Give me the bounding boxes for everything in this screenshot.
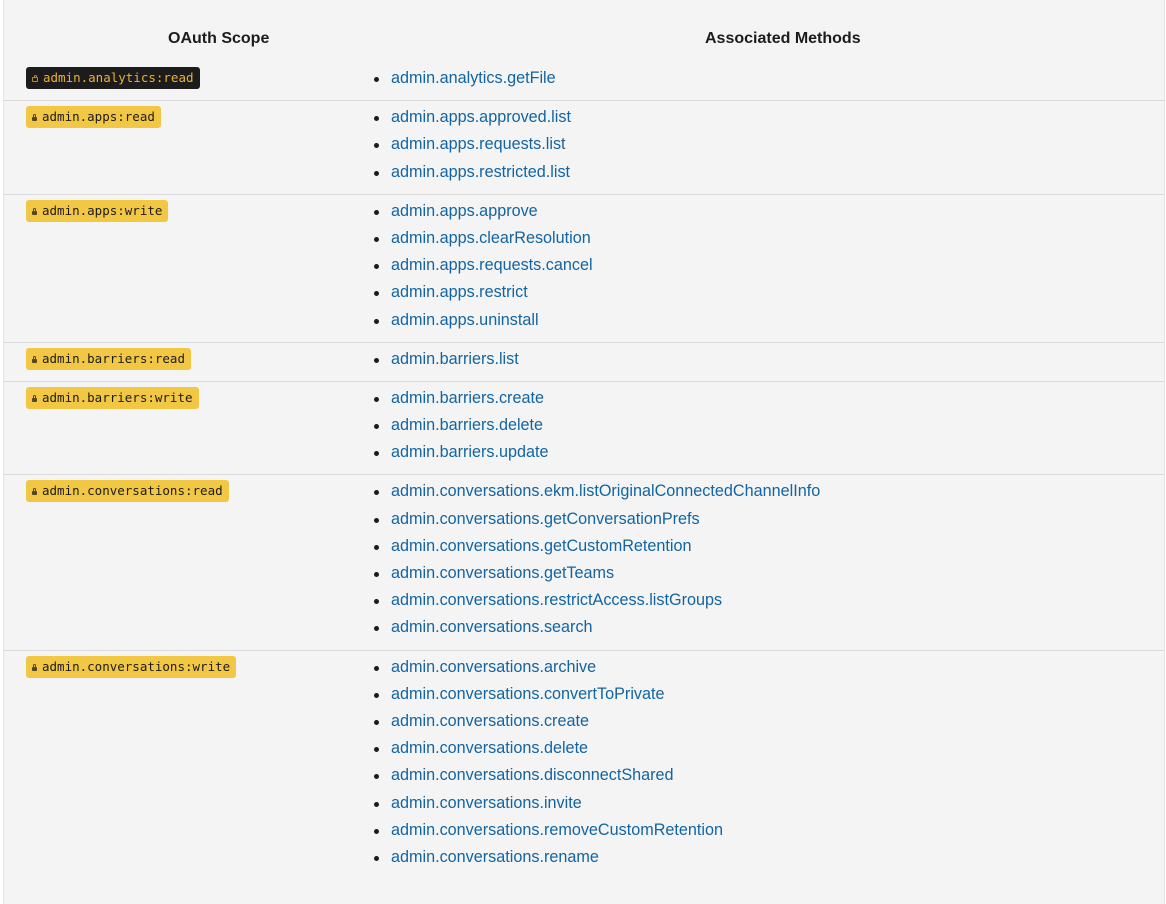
- lock-icon: [32, 394, 37, 402]
- method-link[interactable]: admin.apps.approved.list: [391, 108, 571, 126]
- method-item: admin.barriers.list: [374, 346, 1164, 373]
- method-link[interactable]: admin.conversations.getConversationPrefs: [391, 510, 700, 528]
- scope-cell: admin.conversations:read: [26, 480, 229, 503]
- method-link[interactable]: admin.apps.approve: [391, 202, 538, 220]
- lock-icon: [32, 75, 38, 82]
- scope-badge[interactable]: admin.barriers:read: [26, 347, 191, 370]
- method-link[interactable]: admin.apps.requests.cancel: [391, 256, 593, 274]
- scope-label: admin.apps:read: [42, 109, 155, 125]
- method-item: admin.apps.restricted.list: [374, 159, 1164, 186]
- table-body: admin.analytics:read admin.analytics.getF…: [4, 62, 1164, 879]
- method-item: admin.conversations.getCustomRetention: [374, 533, 1164, 560]
- method-item: admin.apps.requests.list: [374, 131, 1164, 158]
- methods-list: admin.conversations.archive admin.convers…: [4, 654, 1164, 872]
- scope-cell: admin.analytics:read: [26, 67, 200, 89]
- method-item: admin.apps.requests.cancel: [374, 252, 1164, 279]
- table-header: OAuth Scope Associated Methods: [4, 0, 1164, 62]
- table-row: admin.barriers:read admin.barriers.list: [4, 343, 1164, 382]
- method-item: admin.apps.approved.list: [374, 104, 1164, 131]
- scope-cell: admin.apps:read: [26, 106, 161, 129]
- method-link[interactable]: admin.apps.clearResolution: [391, 229, 591, 247]
- scope-badge[interactable]: admin.conversations:write: [26, 655, 237, 678]
- methods-list: admin.conversations.ekm.listOriginalConn…: [4, 478, 1164, 641]
- method-item: admin.conversations.rename: [374, 844, 1164, 871]
- table-row: admin.analytics:read admin.analytics.getF…: [4, 62, 1164, 102]
- scope-badge[interactable]: admin.conversations:read: [26, 480, 229, 503]
- method-link[interactable]: admin.conversations.getCustomRetention: [391, 537, 692, 555]
- method-item: admin.conversations.disconnectShared: [374, 762, 1164, 789]
- table-row: admin.barriers:write admin.barriers.creat…: [4, 382, 1164, 476]
- method-link[interactable]: admin.barriers.delete: [391, 416, 543, 434]
- method-link[interactable]: admin.conversations.invite: [391, 794, 582, 812]
- scope-label: admin.barriers:read: [42, 350, 185, 366]
- method-item: admin.barriers.create: [374, 385, 1164, 412]
- method-item: admin.conversations.ekm.listOriginalConn…: [374, 478, 1164, 505]
- table-row: admin.apps:read admin.apps.approved.list a…: [4, 101, 1164, 195]
- method-item: admin.barriers.update: [374, 439, 1164, 466]
- method-item: admin.conversations.delete: [374, 735, 1164, 762]
- lock-icon: [32, 488, 37, 496]
- method-link[interactable]: admin.apps.restricted.list: [391, 163, 570, 181]
- method-item: admin.conversations.create: [374, 708, 1164, 735]
- lock-icon: [32, 355, 37, 363]
- methods-list: admin.apps.approve admin.apps.clearResolu…: [4, 198, 1164, 334]
- scope-cell: admin.barriers:write: [26, 386, 199, 409]
- method-link[interactable]: admin.analytics.getFile: [391, 69, 556, 87]
- method-link[interactable]: admin.conversations.delete: [391, 739, 588, 757]
- method-item: admin.conversations.restrictAccess.listG…: [374, 587, 1164, 614]
- method-item: admin.conversations.search: [374, 614, 1164, 641]
- method-link[interactable]: admin.barriers.update: [391, 443, 548, 461]
- table-row: admin.conversations:read admin.conversati…: [4, 475, 1164, 651]
- method-link[interactable]: admin.barriers.list: [391, 350, 519, 368]
- method-link[interactable]: admin.apps.uninstall: [391, 311, 539, 329]
- table-row: admin.apps:write admin.apps.approve admin.…: [4, 195, 1164, 343]
- method-item: admin.conversations.convertToPrivate: [374, 681, 1164, 708]
- method-link[interactable]: admin.conversations.search: [391, 618, 593, 636]
- method-link[interactable]: admin.conversations.rename: [391, 848, 599, 866]
- column-header-associated-methods: Associated Methods: [705, 30, 861, 47]
- method-item: admin.apps.clearResolution: [374, 225, 1164, 252]
- method-item: admin.conversations.archive: [374, 654, 1164, 681]
- method-item: admin.conversations.removeCustomRetentio…: [374, 817, 1164, 844]
- lock-icon: [32, 207, 37, 215]
- scope-cell: admin.conversations:write: [26, 655, 237, 678]
- scope-badge[interactable]: admin.analytics:read: [26, 67, 200, 89]
- column-header-oauth-scope: OAuth Scope: [168, 30, 270, 47]
- table-row: admin.conversations:write admin.conversat…: [4, 651, 1164, 880]
- method-link[interactable]: admin.apps.requests.list: [391, 135, 566, 153]
- method-link[interactable]: admin.conversations.disconnectShared: [391, 766, 674, 784]
- method-link[interactable]: admin.conversations.removeCustomRetentio…: [391, 821, 723, 839]
- method-item: admin.apps.approve: [374, 198, 1164, 225]
- method-item: admin.barriers.delete: [374, 412, 1164, 439]
- method-item: admin.apps.uninstall: [374, 307, 1164, 334]
- method-link[interactable]: admin.apps.restrict: [391, 283, 528, 301]
- method-link[interactable]: admin.conversations.getTeams: [391, 564, 614, 582]
- method-link[interactable]: admin.barriers.create: [391, 389, 544, 407]
- method-link[interactable]: admin.conversations.ekm.listOriginalConn…: [391, 482, 820, 500]
- method-item: admin.conversations.invite: [374, 790, 1164, 817]
- scopes-table: OAuth Scope Associated Methods admin.ana…: [3, 0, 1165, 904]
- method-item: admin.apps.restrict: [374, 279, 1164, 306]
- method-link[interactable]: admin.conversations.restrictAccess.listG…: [391, 591, 722, 609]
- scope-cell: admin.apps:write: [26, 199, 169, 222]
- scope-badge[interactable]: admin.apps:read: [26, 106, 161, 129]
- method-item: admin.conversations.getConversationPrefs: [374, 506, 1164, 533]
- scope-label: admin.analytics:read: [43, 70, 194, 85]
- method-link[interactable]: admin.conversations.create: [391, 712, 589, 730]
- method-link[interactable]: admin.conversations.archive: [391, 658, 596, 676]
- scope-label: admin.barriers:write: [42, 389, 193, 405]
- method-item: admin.conversations.getTeams: [374, 560, 1164, 587]
- scope-label: admin.conversations:write: [42, 658, 231, 674]
- lock-icon: [32, 114, 37, 122]
- methods-list: admin.apps.approved.list admin.apps.reque…: [4, 104, 1164, 186]
- lock-icon: [32, 663, 37, 671]
- scope-label: admin.apps:write: [42, 202, 163, 218]
- scope-cell: admin.barriers:read: [26, 347, 191, 370]
- method-item: admin.analytics.getFile: [374, 65, 1164, 92]
- method-link[interactable]: admin.conversations.convertToPrivate: [391, 685, 665, 703]
- scope-badge[interactable]: admin.apps:write: [26, 199, 169, 222]
- scope-label: admin.conversations:read: [42, 483, 223, 499]
- scope-badge[interactable]: admin.barriers:write: [26, 386, 199, 409]
